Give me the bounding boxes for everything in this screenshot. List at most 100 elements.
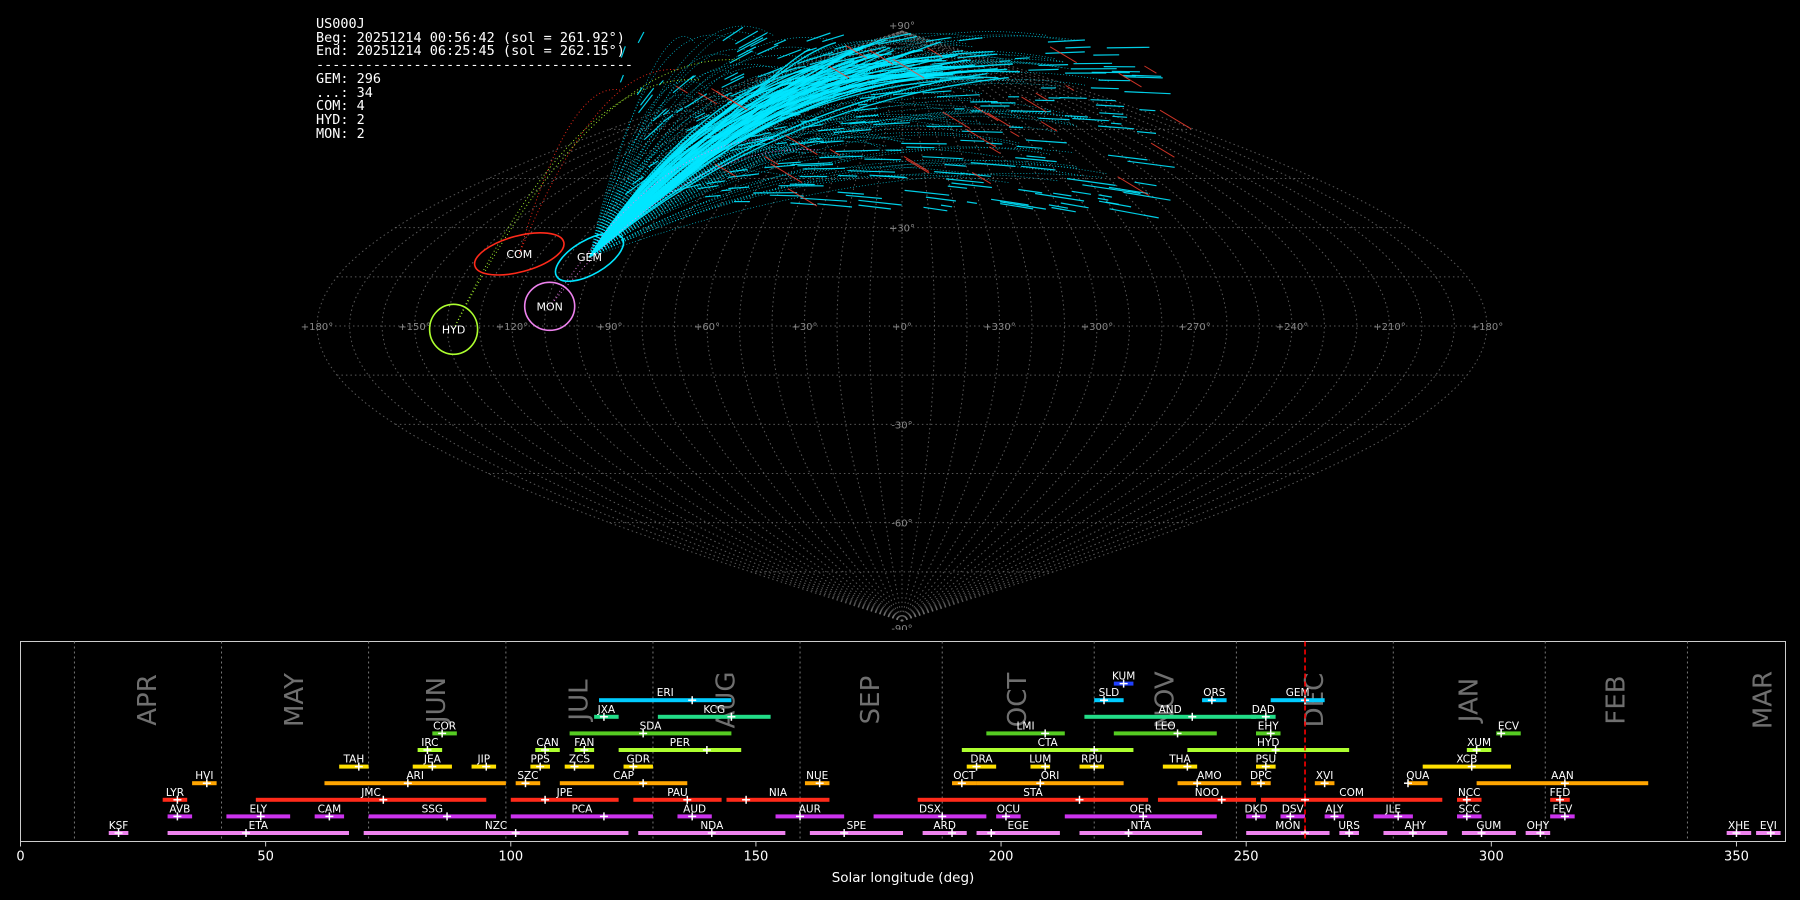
gem-meteor-trail (728, 186, 750, 190)
shower-code-label: COR (433, 720, 456, 732)
shower-code-label: PER (670, 737, 690, 749)
gem-meteor-trail (1016, 145, 1043, 149)
shower-code-label: TAH (343, 754, 365, 766)
lon-tick-label: +0° (892, 322, 912, 333)
month-label-jun: JUN (422, 677, 452, 725)
shower-code-label: JEA (423, 754, 442, 766)
sporadic-meteor-trail (829, 148, 841, 156)
gem-meteor-trail (1025, 139, 1067, 144)
shower-xum: XUM (1466, 737, 1492, 754)
gem-meteor-trail (858, 103, 868, 106)
gem-meteor-trail (1047, 39, 1085, 43)
gem-meteor-trail (848, 170, 896, 173)
gem-meteor-trail (1008, 126, 1024, 129)
shower-ncc: NCC (1457, 787, 1482, 804)
shower-code-label: HVI (195, 770, 213, 782)
shower-code-label: GDR (626, 754, 650, 766)
shower-code-label: NIA (769, 787, 788, 799)
shower-code-label: JXA (597, 704, 616, 716)
gem-meteor-trail (925, 196, 956, 202)
gem-meteor-trail (1098, 79, 1131, 82)
gem-meteor-trail (750, 37, 768, 48)
shower-code-label: ORS (1203, 687, 1226, 699)
shower-code-label: LMI (1017, 720, 1035, 732)
month-label-feb: FEB (1601, 675, 1631, 724)
lon-tick-label: +270° (1178, 322, 1210, 333)
shower-dsv: DSV (1280, 803, 1306, 821)
gem-meteor-trail (1018, 188, 1043, 194)
gem-meteor-trail (1015, 157, 1057, 163)
gem-meteor-trail (637, 31, 645, 44)
gem-meteor-trail (934, 171, 963, 175)
shower-code-label: XUM (1467, 737, 1491, 749)
month-label-oct: OCT (1003, 673, 1033, 728)
month-label-jan: JAN (1454, 678, 1484, 724)
shower-code-label: KUM (1112, 671, 1135, 683)
hyd-radiant-label: HYD (442, 323, 465, 336)
shower-code-label: OCU (997, 803, 1020, 815)
count-mon: MON: 2 (316, 125, 365, 142)
shower-code-label: LEO (1155, 720, 1176, 732)
lon-tick-label: +300° (1081, 322, 1113, 333)
shower-code-label: FED (1550, 787, 1571, 799)
shower-code-label: NUE (806, 770, 828, 782)
gem-meteor-trail (944, 163, 966, 167)
gem-meteor-trail (1134, 181, 1157, 187)
shower-code-label: EGE (1008, 820, 1029, 832)
shower-code-label: OER (1130, 803, 1152, 815)
shower-code-label: OCT (953, 770, 976, 782)
shower-qua: QUA (1403, 770, 1430, 788)
shower-code-label: CAN (536, 737, 558, 749)
shower-code-label: FAN (574, 737, 594, 749)
shower-code-label: XVI (1316, 770, 1333, 782)
gem-meteor-trail (658, 80, 664, 86)
gem-meteor-trail (773, 39, 787, 46)
sporadic-meteor-trail (987, 112, 1011, 128)
shower-code-label: PPS (531, 754, 551, 766)
shower-code-label: ELY (250, 803, 268, 815)
shower-code-label: NDA (700, 820, 724, 832)
gem-meteor-trail (764, 164, 796, 169)
gem-meteor-trail (1095, 104, 1125, 108)
gem-meteor-trail (1107, 154, 1148, 161)
timeline-x-axis: 0 50 100 150 200 250 300 350 (16, 841, 1749, 865)
shower-code-label: ERI (657, 687, 674, 699)
gem-meteor-trail (958, 37, 983, 42)
shower-code-label: SLD (1099, 687, 1120, 699)
sporadic-meteor-trail (1049, 46, 1077, 64)
shower-oct: OCT (952, 770, 977, 788)
gem-meteor-trail (1099, 112, 1124, 115)
shower-code-label: EVI (1760, 820, 1777, 832)
shower-code-label: LYR (166, 787, 184, 799)
shower-ohy: OHY (1525, 820, 1551, 837)
shower-code-label: CAP (613, 770, 634, 782)
shower-code-label: GEM (1286, 687, 1310, 699)
gem-meteor-trail (1053, 192, 1072, 197)
shower-ehy: EHY (1256, 720, 1281, 738)
gem-meteor-trail (817, 203, 853, 208)
shower-code-label: NCC (1458, 787, 1481, 799)
gem-meteor-trail (1060, 202, 1089, 209)
gem-meteor-trail (820, 140, 844, 144)
shower-code-label: URS (1338, 820, 1360, 832)
x-tick-label: 50 (257, 850, 274, 865)
session-info-panel: US000J Beg: 20251214 00:56:42 (sol = 261… (316, 17, 633, 142)
gem-meteor-trail (757, 44, 779, 55)
gem-meteor-trail (1136, 131, 1157, 134)
shower-code-label: MON (1275, 820, 1300, 832)
gem-meteor-trail (822, 34, 845, 43)
gem-meteor-trail (901, 142, 947, 145)
gem-meteor-trail (858, 199, 902, 206)
lon-tick-label: +330° (983, 322, 1015, 333)
shower-code-label: ECV (1498, 720, 1520, 732)
shower-code-label: AND (1159, 704, 1182, 716)
sporadic-meteor-trail (697, 92, 718, 105)
gem-meteor-trail (1127, 160, 1175, 168)
shower-code-label: IRC (421, 737, 438, 749)
gem-meteor-trail (1098, 194, 1112, 198)
lat-tick-label: -60° (891, 519, 912, 530)
shower-tah: TAH (339, 754, 369, 771)
gem-meteor-trail (923, 206, 948, 212)
gem-meteor-trail (777, 161, 801, 165)
shower-code-label: XCB (1456, 754, 1477, 766)
